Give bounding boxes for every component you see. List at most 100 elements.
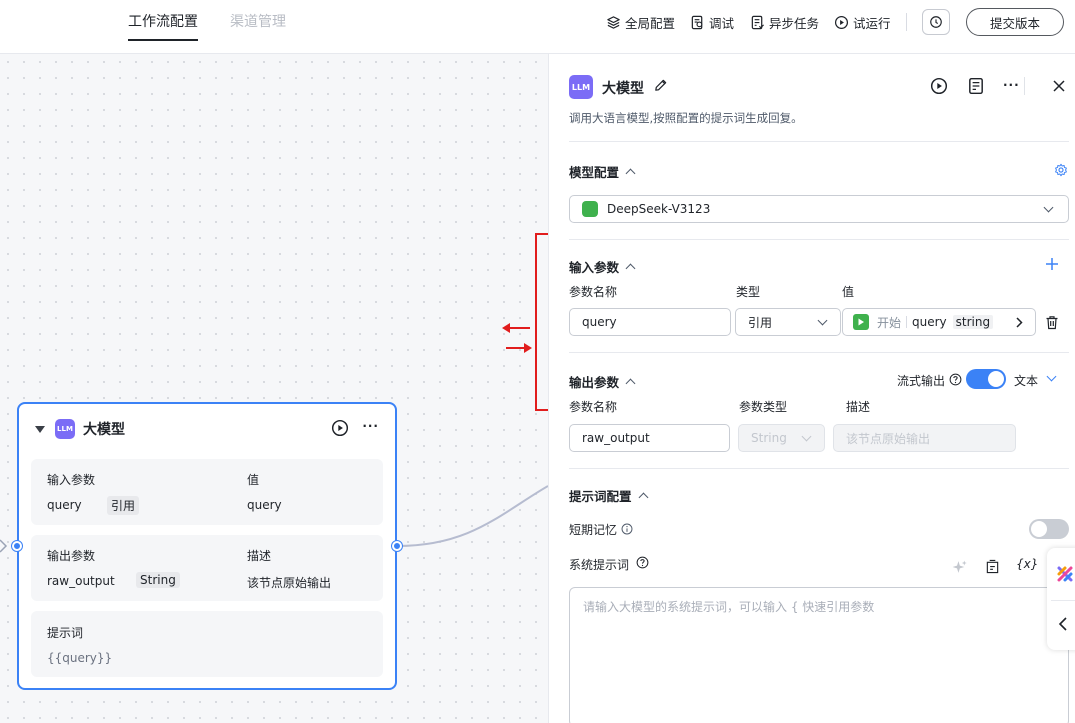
panel-llm-icon: LLM bbox=[569, 75, 593, 99]
output-section-header[interactable]: 输出参数 bbox=[569, 372, 636, 391]
prompt-template-icon[interactable] bbox=[985, 559, 1000, 574]
output-format-chevron-icon[interactable] bbox=[1046, 371, 1057, 382]
chevron-down-icon bbox=[1043, 202, 1054, 213]
log-doc-icon[interactable] bbox=[967, 77, 985, 95]
assistant-logo-icon bbox=[1057, 566, 1073, 582]
divider bbox=[569, 468, 1069, 469]
run-node-icon[interactable] bbox=[930, 77, 948, 95]
more-options-icon[interactable]: ··· bbox=[1003, 78, 1020, 92]
play-circle-icon bbox=[834, 15, 849, 29]
panel-description: 调用大语言模型,按照配置的提示词生成回复。 bbox=[569, 111, 803, 125]
divider bbox=[569, 352, 1069, 353]
run-node-icon[interactable] bbox=[331, 419, 349, 437]
stream-output-toggle[interactable] bbox=[966, 369, 1006, 389]
top-bar: 工作流配置 渠道管理 全局配置 调试 异步任务 试运行 提交版本 bbox=[0, 0, 1075, 54]
stream-output-label: 流式输出 bbox=[897, 374, 946, 388]
short-memory-label: 短期记忆 bbox=[569, 523, 618, 537]
collapse-chevron-icon bbox=[625, 378, 636, 389]
output-section-title: 输出参数 bbox=[569, 375, 620, 390]
task-list-icon bbox=[751, 15, 764, 29]
output-name-col-header: 参数名称 bbox=[569, 400, 618, 414]
input-type-tag: 引用 bbox=[107, 496, 140, 515]
ref-param-name: query bbox=[912, 315, 947, 329]
output-param-desc: 该节点原始输出 bbox=[247, 576, 332, 590]
delete-trash-icon[interactable] bbox=[1045, 315, 1059, 330]
node-output-section: 输出参数 描述 raw_output String 该节点原始输出 bbox=[31, 535, 383, 601]
prompt-heading: 提示词 bbox=[47, 626, 84, 640]
trial-run-button[interactable]: 试运行 bbox=[834, 13, 891, 31]
history-clock-icon bbox=[930, 16, 942, 28]
model-select[interactable]: DeepSeek-V3123 bbox=[569, 195, 1069, 223]
description-heading: 描述 bbox=[247, 549, 272, 563]
more-options-icon[interactable]: ··· bbox=[362, 419, 379, 433]
collapse-caret-icon[interactable] bbox=[35, 425, 45, 433]
ref-divider bbox=[906, 316, 908, 328]
node-prompt-section: 提示词 {{query}} bbox=[31, 611, 383, 677]
llm-node-card[interactable]: LLM 大模型 ··· 输入参数 值 query 引用 query 输出参数 描… bbox=[12, 402, 402, 690]
divider bbox=[569, 141, 1069, 142]
system-prompt-textarea[interactable]: 请输入大模型的系统提示词，可以输入 { 快速引用参数 bbox=[569, 587, 1069, 723]
output-format-label[interactable]: 文本 bbox=[1014, 372, 1038, 389]
input-type-select[interactable]: 引用 bbox=[735, 308, 841, 336]
chevron-right-icon bbox=[1016, 317, 1023, 328]
ref-param-type: string bbox=[952, 315, 994, 329]
output-param-name-field[interactable]: raw_output bbox=[569, 424, 730, 452]
type-col-header: 类型 bbox=[736, 285, 761, 299]
toggle-knob bbox=[1031, 521, 1047, 537]
help-question-icon[interactable] bbox=[949, 373, 962, 386]
start-node-play-icon bbox=[853, 314, 869, 330]
history-button[interactable] bbox=[922, 9, 950, 35]
global-config-label: 全局配置 bbox=[625, 15, 676, 31]
collapse-chevron-icon bbox=[625, 263, 636, 274]
header-divider bbox=[1024, 77, 1025, 95]
short-memory-toggle[interactable] bbox=[1029, 519, 1069, 539]
prompt-section-title: 提示词配置 bbox=[569, 489, 632, 504]
input-param-name-field[interactable]: query bbox=[569, 308, 731, 336]
node-title: 大模型 bbox=[83, 422, 125, 438]
input-params-heading: 输入参数 bbox=[47, 473, 96, 487]
ai-sparkle-icon[interactable] bbox=[951, 559, 968, 576]
input-type-value: 引用 bbox=[748, 315, 773, 330]
model-section-header[interactable]: 模型配置 bbox=[569, 162, 636, 181]
prompt-section-header[interactable]: 提示词配置 bbox=[569, 486, 648, 505]
close-icon[interactable] bbox=[1052, 79, 1066, 93]
ref-source-node: 开始 bbox=[877, 315, 902, 330]
node-output-port[interactable] bbox=[392, 541, 402, 551]
resize-arrows-icon bbox=[502, 323, 532, 353]
insert-variable-icon[interactable]: {x} bbox=[1016, 557, 1038, 571]
trial-run-label: 试运行 bbox=[853, 15, 891, 31]
async-tasks-button[interactable]: 异步任务 bbox=[750, 13, 819, 31]
info-icon[interactable] bbox=[621, 523, 633, 535]
help-question-icon[interactable] bbox=[636, 556, 649, 569]
output-type-col-header: 参数类型 bbox=[739, 400, 788, 414]
toolbar-divider bbox=[906, 13, 907, 31]
deepseek-model-icon bbox=[582, 201, 598, 217]
debug-button[interactable]: 调试 bbox=[690, 13, 734, 31]
node-config-panel: LLM 大模型 ··· 调用大语言模型,按照配置的提示词生成回复。 模型配置 D… bbox=[548, 54, 1075, 723]
input-section-header[interactable]: 输入参数 bbox=[569, 257, 636, 276]
chevron-down-icon bbox=[801, 431, 812, 442]
floating-assistant-tab[interactable] bbox=[1047, 548, 1075, 650]
collapse-chevron-icon bbox=[638, 492, 648, 503]
input-value-reference[interactable]: 开始 query string bbox=[842, 308, 1036, 336]
input-param-name-value: query bbox=[582, 315, 617, 329]
model-settings-gear-icon[interactable] bbox=[1054, 163, 1068, 177]
output-param-name: raw_output bbox=[47, 574, 115, 588]
panel-title: 大模型 bbox=[602, 81, 644, 97]
value-heading: 值 bbox=[247, 473, 260, 487]
tab-workflow-config[interactable]: 工作流配置 bbox=[128, 13, 198, 41]
value-col-header: 值 bbox=[842, 285, 855, 299]
debug-doc-icon bbox=[691, 15, 703, 29]
divider bbox=[1051, 600, 1075, 601]
node-input-port[interactable] bbox=[12, 541, 22, 551]
global-config-button[interactable]: 全局配置 bbox=[606, 13, 675, 31]
param-name-col-header: 参数名称 bbox=[569, 285, 618, 299]
output-desc-placeholder: 该节点原始输出 bbox=[846, 431, 931, 446]
chevron-left-icon bbox=[1058, 617, 1067, 631]
add-param-plus-icon[interactable] bbox=[1045, 257, 1059, 271]
tab-channel-management[interactable]: 渠道管理 bbox=[230, 13, 286, 41]
edit-pencil-icon[interactable] bbox=[653, 78, 668, 93]
input-section-title: 输入参数 bbox=[569, 260, 620, 275]
submit-version-button[interactable]: 提交版本 bbox=[966, 8, 1064, 36]
llm-icon: LLM bbox=[55, 419, 75, 439]
